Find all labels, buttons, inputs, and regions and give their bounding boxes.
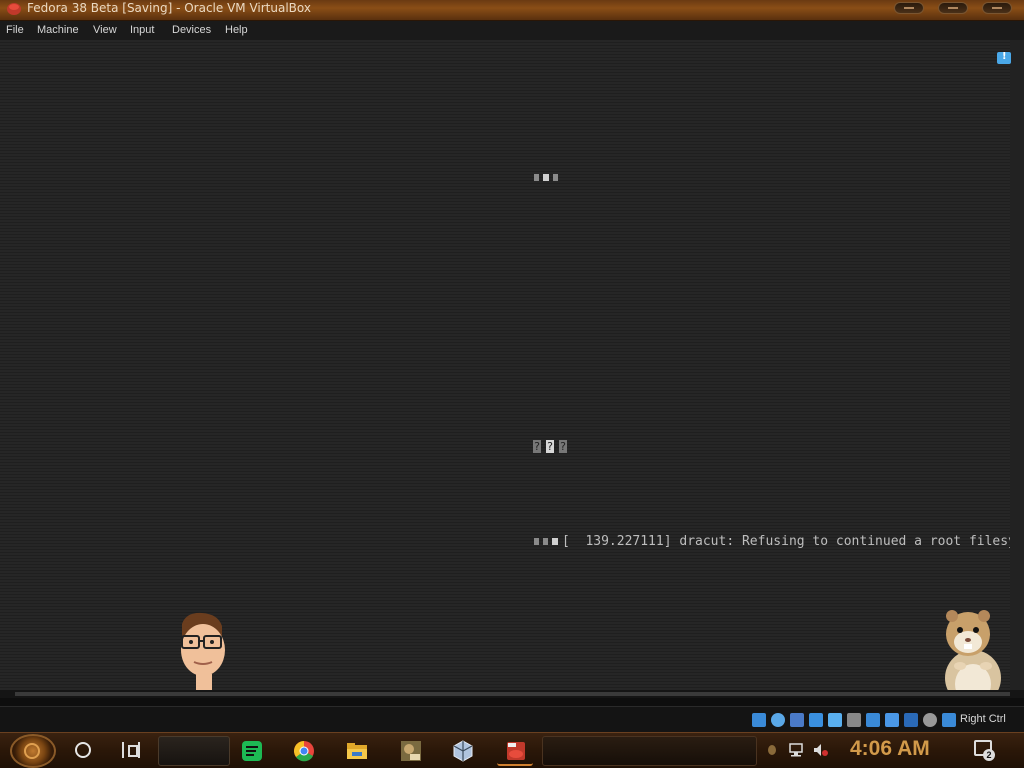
- keyboard-capture-icon[interactable]: [942, 713, 956, 727]
- virtualization-icon[interactable]: [904, 713, 918, 727]
- taskbar-app-chrome[interactable]: [285, 736, 321, 766]
- network-tray-icon[interactable]: [788, 743, 804, 757]
- spotify-icon: [242, 741, 262, 761]
- audio-icon[interactable]: [790, 713, 804, 727]
- unknown-glyph-icon: ?: [545, 440, 554, 453]
- window-titlebar[interactable]: Fedora 38 Beta [Saving] - Oracle VM Virt…: [0, 0, 1024, 21]
- taskbar-app-spotify[interactable]: [233, 736, 269, 766]
- display-icon[interactable]: [866, 713, 880, 727]
- taskbar: 4:06 AM 2: [0, 732, 1024, 768]
- hard-disk-icon[interactable]: [752, 713, 766, 727]
- virtualbox-cube-icon: [453, 740, 473, 762]
- taskbar-app-virtualbox[interactable]: [444, 736, 480, 766]
- virtualbox-box-icon: [401, 741, 421, 761]
- menubar: File Machine View Input Devices Help: [0, 21, 1024, 40]
- minimize-button[interactable]: [894, 2, 924, 14]
- start-button[interactable]: [10, 734, 56, 768]
- status-separator: [0, 698, 1024, 706]
- vm-display[interactable]: ??? [ 139.227111] dracut: Refusing to co…: [0, 40, 1010, 690]
- horizontal-scrollbar[interactable]: [0, 690, 1024, 698]
- optical-drive-icon[interactable]: [771, 713, 785, 727]
- show-hidden-icons-icon[interactable]: [768, 745, 776, 755]
- fedora-vm-icon: [507, 742, 525, 760]
- window-title: Fedora 38 Beta [Saving] - Oracle VM Virt…: [27, 1, 311, 15]
- cortana-icon[interactable]: [75, 742, 91, 758]
- menu-input[interactable]: Input: [130, 24, 154, 36]
- host-key-label: Right Ctrl: [960, 713, 1006, 725]
- vbox-statusbar: Right Ctrl: [0, 706, 1024, 733]
- unknown-glyph-icon: ?: [558, 440, 567, 453]
- close-button[interactable]: [982, 2, 1012, 14]
- dracut-message: [ 139.227111] dracut: Refusing to contin…: [561, 534, 1010, 549]
- unknown-glyph-icon: ?: [532, 440, 541, 453]
- usb-icon[interactable]: [828, 713, 842, 727]
- menu-file[interactable]: File: [6, 24, 24, 36]
- menu-machine[interactable]: Machine: [37, 24, 79, 36]
- menu-help[interactable]: Help: [225, 24, 248, 36]
- menu-devices[interactable]: Devices: [172, 24, 211, 36]
- fedora-app-icon: [7, 3, 21, 15]
- mouse-integration-icon[interactable]: [923, 713, 937, 727]
- video-capture-icon[interactable]: [885, 713, 899, 727]
- volume-muted-icon[interactable]: [812, 743, 828, 757]
- taskbar-clock[interactable]: 4:06 AM: [850, 737, 930, 761]
- notification-count-badge: 2: [983, 749, 995, 761]
- folder-icon: [347, 743, 367, 759]
- console-boot-blocks-1: [487, 155, 562, 200]
- taskbar-app-fedora-vm[interactable]: [497, 736, 533, 766]
- console-boot-blocks-2: [533, 534, 562, 549]
- scrollbar-thumb[interactable]: [15, 692, 1010, 696]
- chrome-icon: [294, 741, 314, 762]
- task-view-icon[interactable]: [122, 742, 140, 758]
- taskbar-decor-panel: [542, 736, 757, 766]
- desktop-root: Fedora 38 Beta [Saving] - Oracle VM Virt…: [0, 0, 1024, 768]
- taskbar-app-virtualbox-manager[interactable]: [392, 736, 428, 766]
- network-icon[interactable]: [809, 713, 823, 727]
- shared-folders-icon[interactable]: [847, 713, 861, 727]
- taskbar-search-panel[interactable]: [158, 736, 230, 766]
- menu-view[interactable]: View: [93, 24, 117, 36]
- vm-notification-icon[interactable]: [997, 51, 1011, 64]
- vm-right-edge: [1010, 40, 1024, 690]
- console-unknown-glyphs: ???: [486, 424, 572, 469]
- maximize-button[interactable]: [938, 2, 968, 14]
- taskbar-app-file-explorer[interactable]: [338, 736, 374, 766]
- console-dracut-line: [ 139.227111] dracut: Refusing to contin…: [487, 519, 1010, 564]
